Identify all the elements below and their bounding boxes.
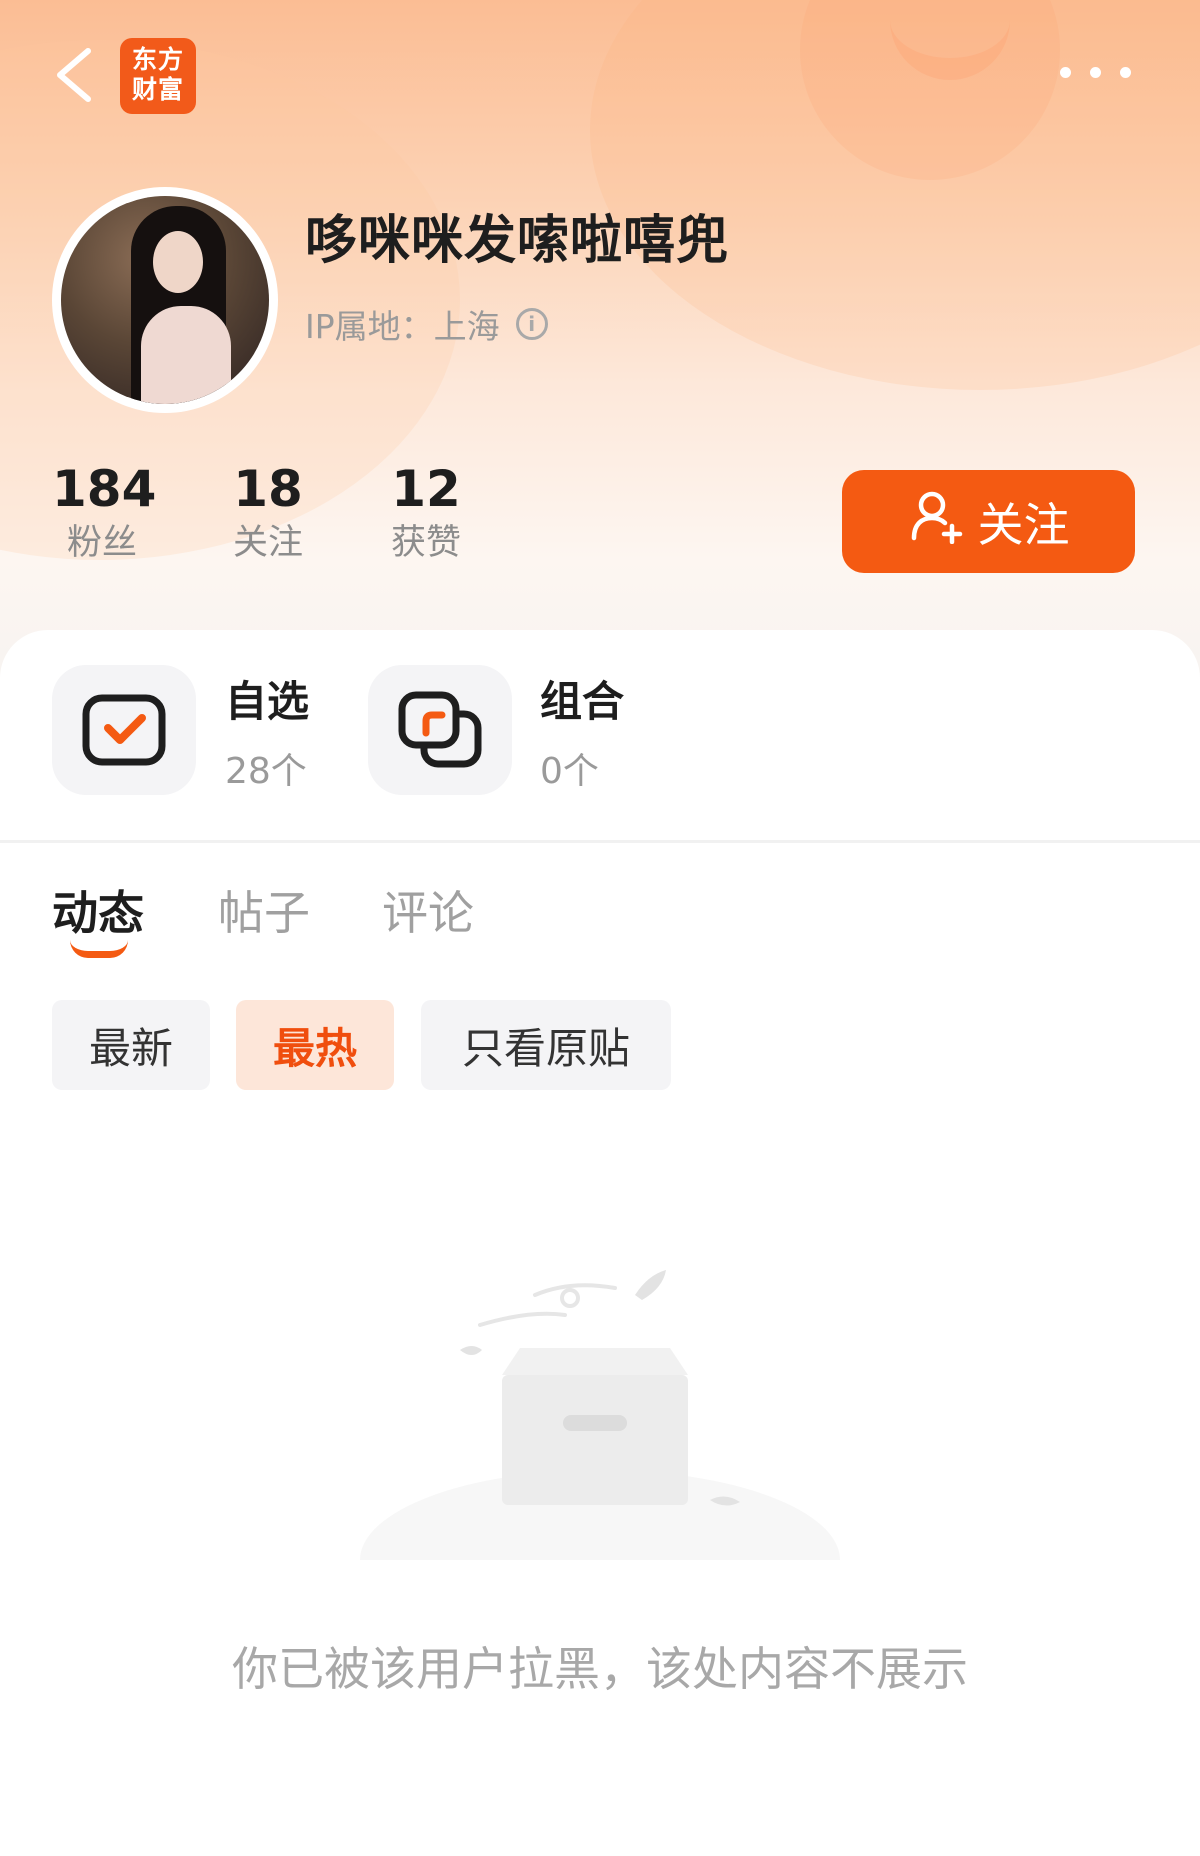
- empty-box-icon: [330, 1270, 870, 1650]
- avatar-image: [61, 196, 269, 404]
- stat-likes[interactable]: 12 获赞: [376, 460, 476, 568]
- avatar[interactable]: [52, 187, 278, 413]
- portfolio-title[interactable]: 组合: [540, 668, 624, 729]
- checkbox-icon: [52, 694, 196, 799]
- ip-location-row: IP属地：上海 i: [305, 300, 548, 348]
- filter-original-only[interactable]: 只看原贴: [421, 1000, 671, 1090]
- tab-dynamic[interactable]: 动态: [52, 877, 144, 943]
- ip-location-text: IP属地：上海: [305, 307, 500, 346]
- portfolio-count: 0个: [540, 751, 599, 792]
- section-divider: [0, 840, 1200, 843]
- logo-text-line2: 财富: [131, 75, 184, 104]
- tab-posts[interactable]: 帖子: [218, 877, 310, 943]
- active-tab-indicator: [70, 940, 128, 958]
- app-logo: 东方 财富: [120, 38, 196, 114]
- follow-button[interactable]: 关注: [842, 470, 1135, 573]
- watchlist-icon-tile[interactable]: [52, 665, 196, 795]
- filter-hottest[interactable]: 最热: [236, 1000, 394, 1090]
- stat-label: 关注: [232, 523, 303, 563]
- follow-button-label: 关注: [977, 497, 1070, 552]
- more-dots-icon[interactable]: [1060, 65, 1134, 81]
- filter-latest[interactable]: 最新: [52, 1000, 210, 1090]
- watchlist-count: 28个: [225, 751, 307, 792]
- chevron-left-icon[interactable]: [50, 45, 100, 105]
- watchlist-title[interactable]: 自选: [225, 668, 309, 729]
- stat-fans[interactable]: 184 粉丝: [52, 460, 157, 568]
- add-user-icon: [908, 488, 964, 555]
- portfolio-icon-tile[interactable]: [368, 665, 512, 795]
- info-icon[interactable]: i: [515, 308, 548, 340]
- username: 哆咪咪发嗦啦嘻兜: [305, 211, 730, 271]
- stat-value: 12: [391, 460, 461, 518]
- stat-value: 184: [52, 460, 157, 518]
- blocked-message: 你已被该用户拉黑，该处内容不展示: [232, 1642, 968, 1696]
- portfolio-icon: [368, 691, 512, 799]
- stat-following[interactable]: 18 关注: [218, 460, 318, 568]
- stat-label: 获赞: [390, 523, 461, 563]
- tab-comments[interactable]: 评论: [382, 877, 474, 943]
- stat-label: 粉丝: [66, 523, 137, 563]
- stat-value: 18: [233, 460, 303, 518]
- logo-text-line1: 东方: [131, 45, 184, 74]
